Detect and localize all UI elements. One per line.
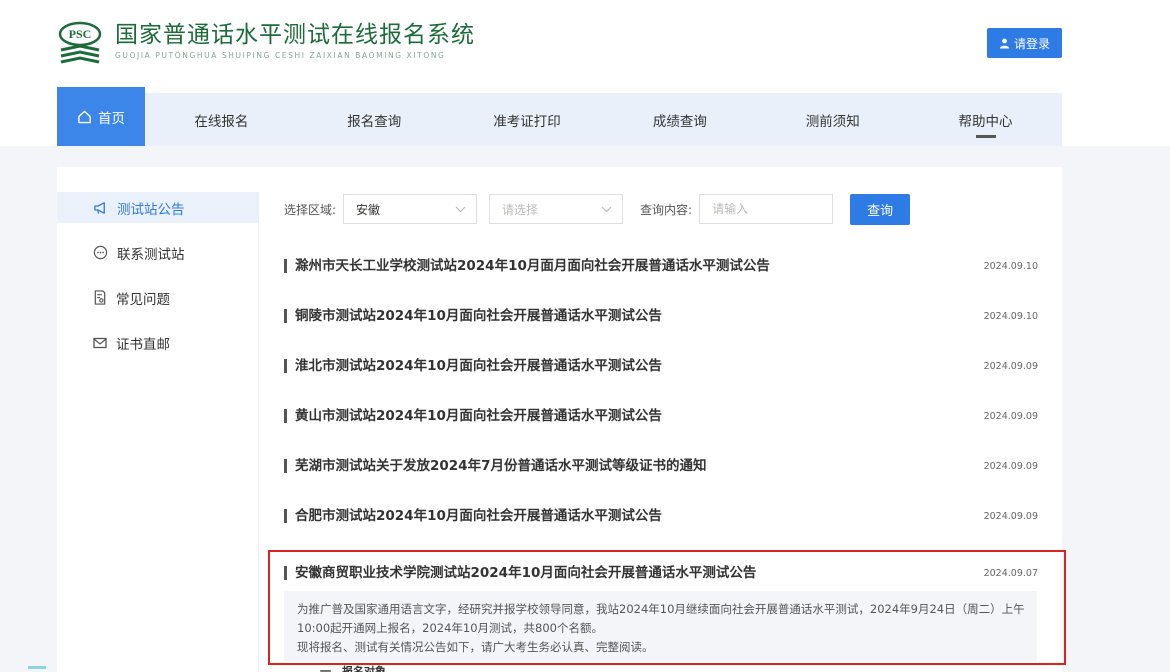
nav-online-registration[interactable]: 在线报名 [145, 93, 298, 146]
excerpt-line: 为推广普及国家通用语言文字，经研究并报学校领导同意，我站2024年10月继续面向… [297, 602, 1025, 635]
announcement-title: 合肥市测试站2024年10月面向社会开展普通话水平测试公告 [284, 509, 662, 523]
announcement-date: 2024.09.07 [983, 567, 1038, 579]
announcement-title: 芜湖市测试站关于发放2024年7月份普通话水平测试等级证书的通知 [284, 459, 706, 473]
announcement-date: 2024.09.10 [983, 310, 1038, 322]
sidebar-item-certificate-mail[interactable]: 证书直邮 [57, 327, 259, 358]
excerpt-line: 现将报名、测试有关情况公告如下，请广大考生务必认真、完整阅读。 [297, 640, 654, 654]
announcement-date: 2024.09.09 [983, 360, 1038, 372]
nav-registration-query[interactable]: 报名查询 [298, 93, 451, 146]
announcement-excerpt: 为推广普及国家通用语言文字，经研究并报学校领导同意，我站2024年10月继续面向… [284, 591, 1037, 661]
nav-home[interactable]: 首页 [57, 87, 145, 146]
sidebar-item-label: 常见问题 [116, 291, 170, 308]
city-select[interactable]: 请选择 [489, 194, 624, 224]
psc-logo-icon: PSC [57, 20, 103, 66]
list-item[interactable]: 芜湖市测试站关于发放2024年7月份普通话水平测试等级证书的通知 2024.09… [284, 441, 1038, 491]
mail-icon [93, 337, 107, 349]
logo-mark-text: PSC [69, 27, 92, 41]
home-icon [77, 110, 92, 124]
sidebar-item-faq[interactable]: 常见问题 [57, 282, 259, 313]
sidebar-item-contact[interactable]: 联系测试站 [57, 237, 259, 268]
chat-icon [93, 245, 108, 260]
sidebar: 测试站公告 联系测试站 常见问题 证书直邮 [57, 192, 259, 372]
announcement-title: 黄山市测试站2024年10月面向社会开展普通话水平测试公告 [284, 409, 662, 423]
list-item[interactable]: 铜陵市测试站2024年10月面向社会开展普通话水平测试公告 2024.09.10 [284, 291, 1038, 341]
city-placeholder: 请选择 [502, 202, 539, 217]
query-content-label: 查询内容: [640, 202, 693, 217]
announcement-title: 淮北市测试站2024年10月面向社会开展普通话水平测试公告 [284, 359, 662, 373]
announcement-title: 铜陵市测试站2024年10月面向社会开展普通话水平测试公告 [284, 309, 662, 323]
user-icon [999, 38, 1010, 49]
sidebar-item-announcements[interactable]: 测试站公告 [57, 192, 259, 223]
sidebar-item-label: 测试站公告 [117, 201, 185, 218]
site-logo[interactable]: PSC 国家普通话水平测试在线报名系统 GUOJIA PUTONGHUA SHU… [57, 20, 475, 66]
announcement-date: 2024.09.09 [983, 460, 1038, 472]
site-subtitle: GUOJIA PUTONGHUA SHUIPING CESHI ZAIXIAN … [115, 51, 446, 60]
document-search-icon [93, 290, 107, 305]
login-label: 请登录 [1013, 36, 1050, 51]
nav-score-query[interactable]: 成绩查询 [603, 93, 756, 146]
announcement-title: 安徽商贸职业技术学院测试站2024年10月面向社会开展普通话水平测试公告 [284, 566, 756, 580]
announcement-date: 2024.09.09 [983, 510, 1038, 522]
list-item[interactable]: 黄山市测试站2024年10月面向社会开展普通话水平测试公告 2024.09.09 [284, 391, 1038, 441]
site-title: 国家普通话水平测试在线报名系统 [115, 22, 475, 48]
province-select[interactable]: 安徽 [343, 194, 478, 224]
chevron-down-icon [601, 206, 612, 213]
nav-pretest-notice[interactable]: 测前须知 [756, 93, 909, 146]
region-label: 选择区域: [284, 202, 337, 217]
province-value: 安徽 [356, 202, 381, 217]
filter-bar: 选择区域: 安徽 请选择 查询内容: 查询 [284, 193, 911, 225]
scroll-indicator [28, 666, 46, 669]
nav-home-label: 首页 [98, 110, 125, 127]
announcement-title: 滁州市天长工业学校测试站2024年10月面月面向社会开展普通话水平测试公告 [284, 259, 770, 273]
query-input[interactable] [699, 194, 834, 224]
login-button[interactable]: 请登录 [987, 28, 1062, 58]
chevron-down-icon [455, 206, 466, 213]
list-item[interactable]: 淮北市测试站2024年10月面向社会开展普通话水平测试公告 2024.09.09 [284, 341, 1038, 391]
content-panel: 测试站公告 联系测试站 常见问题 证书直邮 选择区域: 安徽 请选择 查询内容:… [57, 167, 1066, 672]
sidebar-divider [258, 192, 259, 672]
excerpt-cutoff-text: 一、报名对象 [320, 665, 386, 672]
main-nav: 首页 在线报名 报名查询 准考证打印 成绩查询 测前须知 帮助中心 [57, 87, 1062, 146]
sidebar-item-label: 联系测试站 [117, 246, 185, 263]
announcement-list: 滁州市天长工业学校测试站2024年10月面月面向社会开展普通话水平测试公告 20… [284, 241, 1038, 541]
list-item[interactable]: 合肥市测试站2024年10月面向社会开展普通话水平测试公告 2024.09.09 [284, 491, 1038, 541]
nav-help-center[interactable]: 帮助中心 [909, 93, 1062, 146]
nav-admission-ticket[interactable]: 准考证打印 [451, 93, 604, 146]
announcement-date: 2024.09.09 [983, 410, 1038, 422]
list-item[interactable]: 滁州市天长工业学校测试站2024年10月面月面向社会开展普通话水平测试公告 20… [284, 241, 1038, 291]
announcement-date: 2024.09.10 [983, 260, 1038, 272]
query-button[interactable]: 查询 [850, 193, 911, 225]
highlighted-announcement[interactable]: 安徽商贸职业技术学院测试站2024年10月面向社会开展普通话水平测试公告 202… [284, 553, 1038, 593]
sidebar-item-label: 证书直邮 [116, 336, 170, 353]
megaphone-icon [93, 201, 108, 215]
